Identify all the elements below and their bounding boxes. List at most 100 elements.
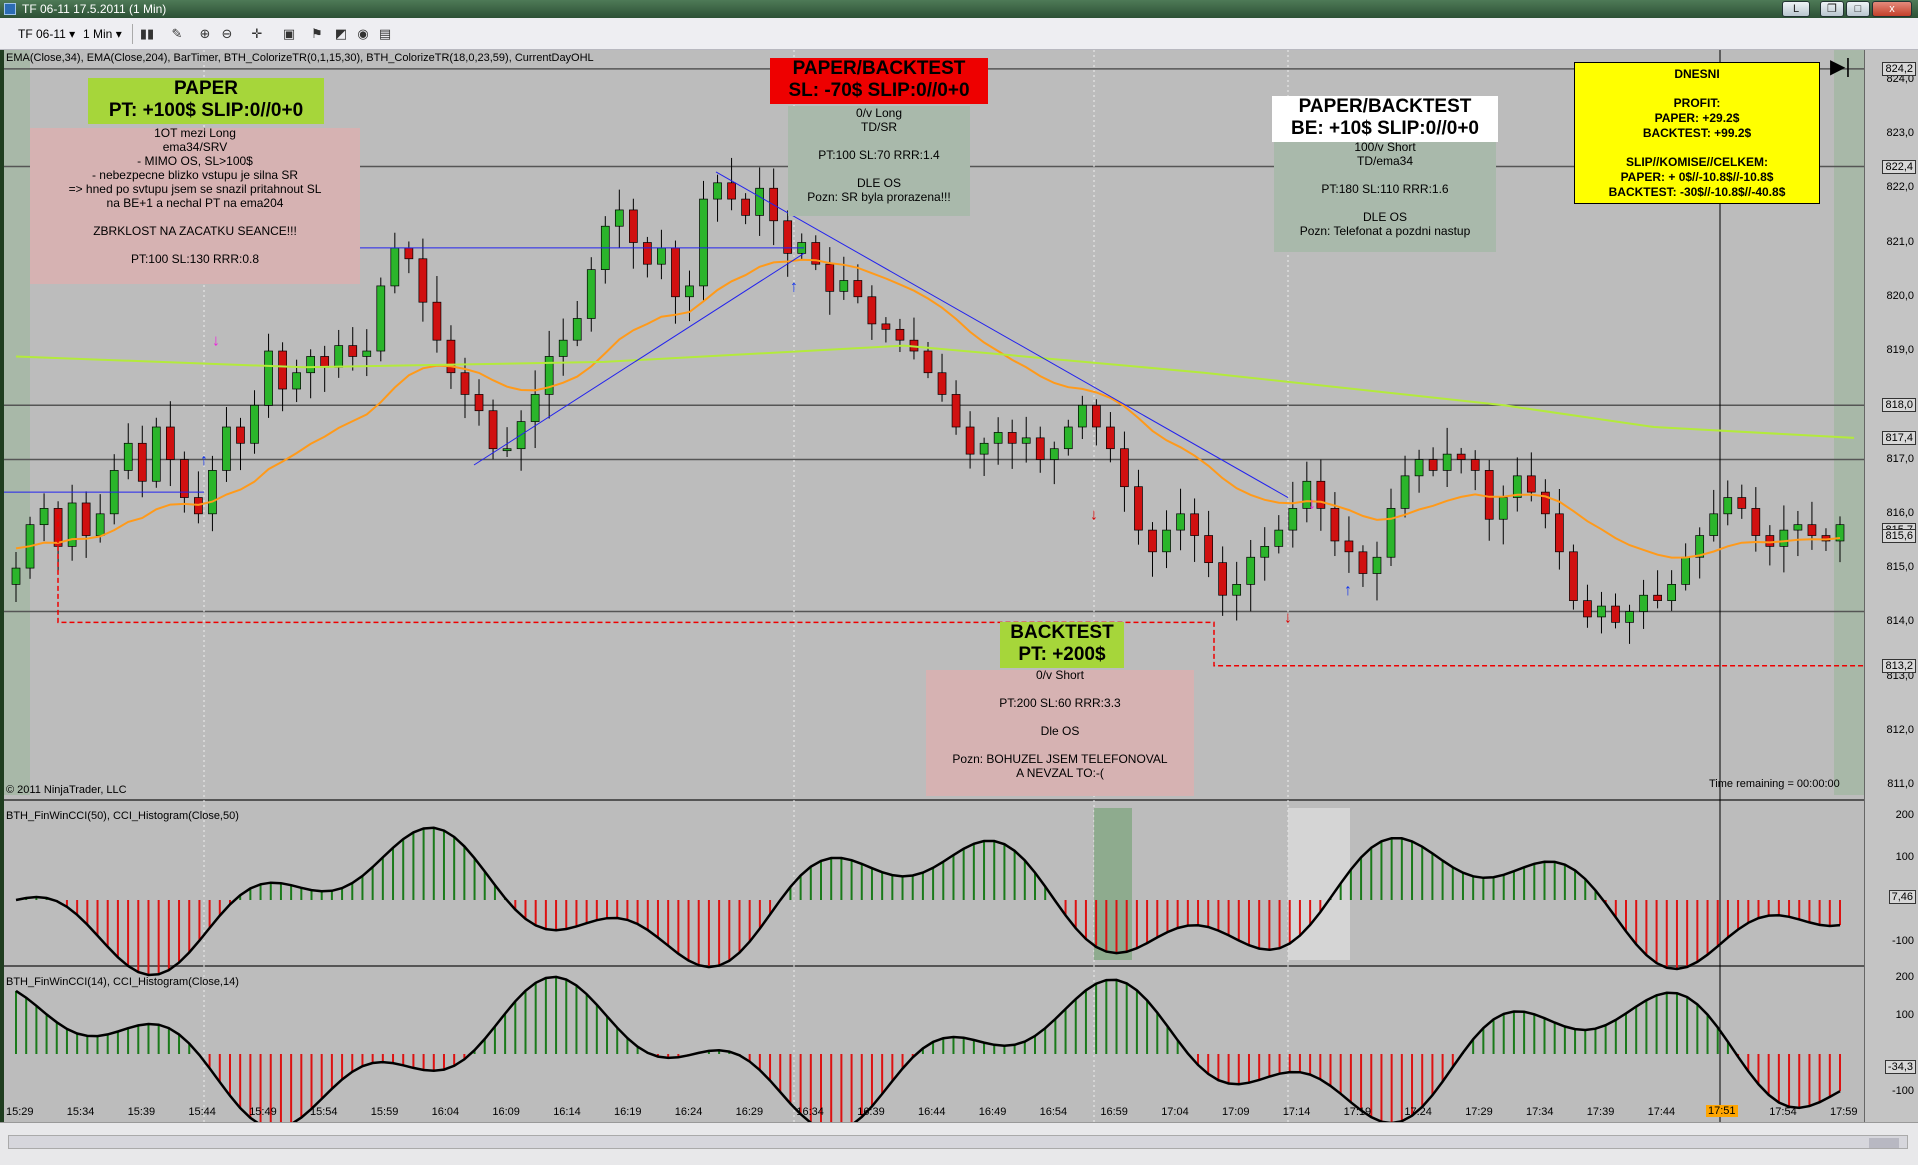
draw-pencil-icon[interactable]: ✎: [168, 26, 186, 42]
cci14-tick-label: -100: [1891, 1085, 1914, 1097]
summary-line: BACKTEST: +99.2$: [1642, 126, 1752, 140]
candle-body: [1358, 551, 1368, 574]
chart-area[interactable]: ↑↓↑↓↓↓↓↑ EMA(Close,34), EMA(Close,204), …: [4, 50, 1864, 1122]
cci14-tick-label: 200: [1895, 971, 1914, 983]
app-icon: [4, 3, 16, 15]
price-axis[interactable]: 824,0823,0822,0821,0820,0819,0818,0817,0…: [1864, 50, 1918, 1135]
cci50-tick-label: 200: [1895, 809, 1914, 821]
candle-body: [502, 448, 512, 452]
candle-body: [151, 426, 161, 482]
note-paper-title-line2: PT: +100$ SLIP:0//0+0: [108, 100, 304, 121]
paperbacktest1-line: PT:100 SL:70 RRR:1.4: [818, 148, 940, 162]
candle-body: [895, 328, 905, 341]
data-box-icon[interactable]: ▤: [376, 26, 394, 42]
note-paper-title-line1: PAPER: [173, 78, 239, 99]
signal-arrow-icon: ↑: [790, 278, 798, 295]
bar-style-icon[interactable]: ▮▮: [138, 26, 156, 42]
candle-body: [614, 209, 624, 227]
price-tick-label: 821,0: [1886, 235, 1914, 248]
maximize-button[interactable]: □: [1846, 1, 1870, 17]
candle-body: [1751, 508, 1761, 536]
candle-body: [1316, 480, 1326, 509]
crosshair-icon[interactable]: ✛: [248, 26, 266, 42]
paperbacktest1-line: Pozn: SR byla prorazena!!!: [807, 190, 951, 204]
paperbacktest2-line: DLE OS: [1362, 210, 1407, 224]
close-button[interactable]: x: [1872, 1, 1912, 17]
candle-body: [951, 394, 961, 428]
chart-toolbar: TF 06-11 ▾ 1 Min ▾ ▮▮ ✎ ⊕ ⊖ ✛ ▣ ⚑ ◩ ◉ ▤: [0, 18, 1918, 50]
alert-icon[interactable]: ◉: [354, 26, 372, 42]
candle-body: [1218, 562, 1227, 596]
candle-body: [292, 372, 301, 390]
signal-arrow-icon: ↓: [212, 333, 220, 350]
candle-body: [853, 280, 863, 298]
minimize-button[interactable]: L: [1782, 1, 1810, 17]
candle-body: [222, 426, 231, 471]
restore-button[interactable]: ❐: [1820, 1, 1844, 17]
zoom-in-icon[interactable]: ⊕: [196, 26, 214, 42]
candle-body: [404, 247, 414, 260]
summary-line: [1575, 82, 1819, 96]
instrument-selector[interactable]: TF 06-11 ▾: [18, 25, 75, 43]
candle-body: [306, 356, 315, 374]
scrollbar-thumb[interactable]: [1869, 1138, 1899, 1148]
candle-body: [1625, 611, 1634, 623]
backtest-line: [926, 738, 1194, 752]
snapshot-icon[interactable]: ▣: [280, 26, 298, 42]
strategy-icon[interactable]: ⚑: [308, 26, 326, 42]
price-tick-label: 812,0: [1886, 723, 1914, 736]
candle-body: [727, 182, 736, 200]
candle-body: [334, 345, 344, 368]
cci50-tick-label: -100: [1891, 935, 1914, 947]
candle-body: [250, 404, 259, 444]
candle-body: [923, 350, 933, 374]
price-tick-label: 823,0: [1886, 126, 1914, 139]
candle-body: [1120, 448, 1129, 488]
candle-body: [1779, 529, 1789, 547]
time-tick-label: 17:59: [1830, 1106, 1858, 1118]
candle-body: [1274, 529, 1284, 547]
price-badge: 813,2: [1882, 658, 1916, 673]
backtest-line: A NEVZAL TO:-(: [1016, 766, 1104, 780]
note-pb1-title-line2: SL: -70$ SLIP:0//0+0: [788, 80, 970, 101]
time-tick-label: 16:04: [431, 1106, 460, 1118]
candle-body: [1330, 508, 1340, 542]
copyright-text: © 2011 NinjaTrader, LLC: [6, 784, 127, 796]
end-of-chart-icon[interactable]: ▶|: [1830, 54, 1851, 79]
candle-body: [1260, 546, 1270, 558]
candle-body: [1232, 584, 1242, 596]
candle-body: [881, 323, 891, 330]
candle-body: [1442, 453, 1452, 471]
candle-body: [993, 432, 1003, 444]
price-badge: 817,4: [1882, 430, 1916, 445]
horizontal-scrollbar[interactable]: [8, 1135, 1908, 1149]
paperbacktest1-line: DLE OS: [856, 176, 901, 190]
time-tick-label: 17:54: [1769, 1106, 1797, 1118]
price-tick-label: 811,0: [1887, 778, 1914, 791]
session-shade-right: [1834, 50, 1864, 795]
paperbacktest1-line: 0/v Long: [855, 106, 903, 120]
candle-body: [530, 394, 540, 422]
candle-body: [1246, 556, 1256, 585]
candle-body: [460, 372, 470, 395]
candle-body: [1639, 594, 1648, 612]
note-pb2-title-line1: PAPER/BACKTEST: [1298, 96, 1472, 117]
signal-arrow-icon: ↓: [1284, 609, 1292, 626]
paperbacktest2-line: PT:180 SL:110 RRR:1.6: [1321, 182, 1449, 196]
indicators-header: EMA(Close,34), EMA(Close,204), BarTimer,…: [6, 52, 594, 64]
candle-body: [165, 426, 175, 460]
paper1-line: => hned po svtupu jsem se snazil pritahn…: [68, 182, 322, 196]
interval-selector[interactable]: 1 Min ▾: [83, 25, 122, 43]
price-tick-label: 814,0: [1886, 615, 1914, 628]
note-pb2-title: PAPER/BACKTEST BE: +10$ SLIP:0//0+0: [1272, 96, 1498, 142]
price-badge: 815,6: [1882, 528, 1916, 543]
candle-body: [572, 318, 582, 341]
zoom-out-icon[interactable]: ⊖: [218, 26, 236, 42]
candle-body: [1092, 404, 1101, 428]
chart-properties-icon[interactable]: ◩: [332, 26, 350, 42]
candle-body: [825, 263, 835, 292]
candle-body: [1709, 513, 1719, 536]
time-tick-label: 17:39: [1586, 1106, 1615, 1118]
summary-line: BACKTEST: -30$//-10.8$//-40.8$: [1608, 185, 1786, 199]
note-backtest-title-line1: BACKTEST: [1010, 622, 1114, 643]
